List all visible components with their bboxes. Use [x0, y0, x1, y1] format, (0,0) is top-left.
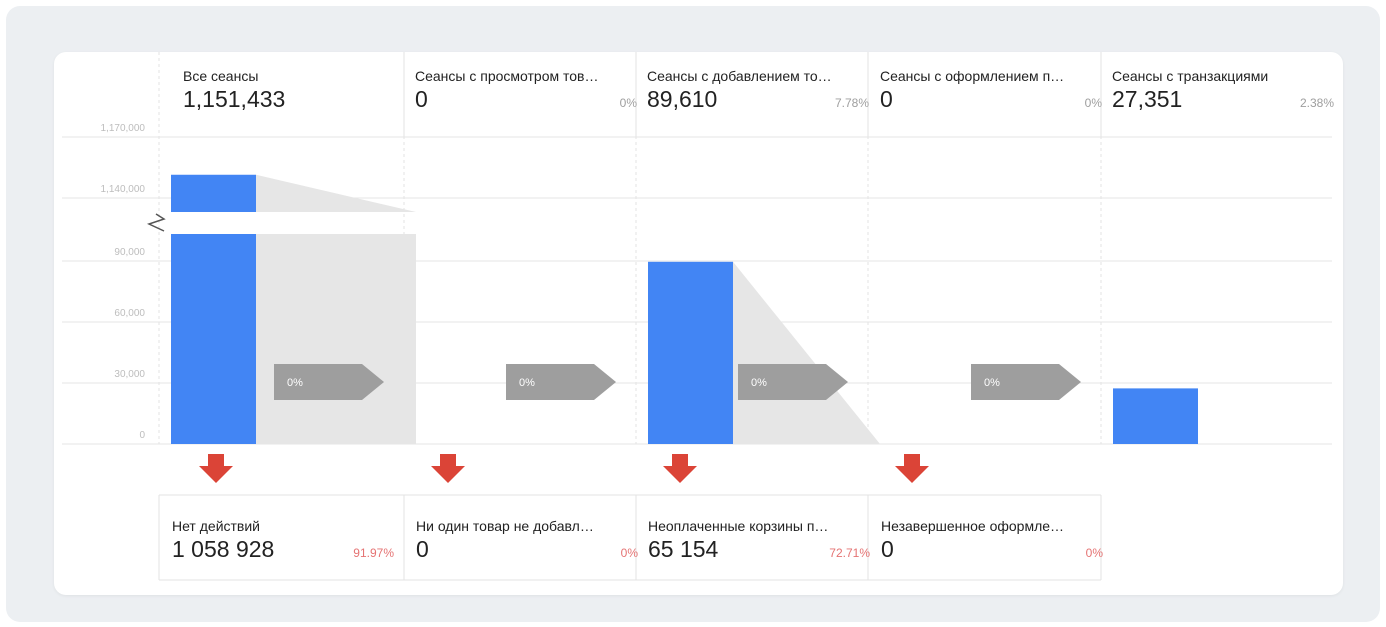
stage-name: Сеансы с просмотром тов…: [415, 68, 599, 84]
stage-name: Все сеансы: [183, 68, 259, 84]
stage-percent: 7.78%: [834, 96, 869, 110]
exit-arrow: [895, 454, 929, 483]
exit-arrow: [199, 454, 233, 483]
stage-header-5[interactable]: Сеансы с транзакциями 27,351 2.38%: [1112, 68, 1334, 113]
stage-value: 0: [880, 86, 893, 112]
y-tick-label: 0: [139, 430, 145, 441]
exit-percent: 0%: [620, 546, 638, 560]
exit-arrow: [663, 454, 697, 483]
stage-name: Сеансы с добавлением то…: [647, 68, 832, 84]
exit-name: Ни один товар не добавл…: [416, 518, 594, 534]
conversion-label: 0%: [287, 377, 303, 389]
y-tick-label: 1,140,000: [101, 184, 146, 195]
stage-value: 89,610: [647, 86, 718, 112]
stage-header-2[interactable]: Сеансы с просмотром тов… 0 0%: [415, 68, 637, 113]
exit-percent: 72.71%: [829, 546, 870, 560]
bar: [171, 174, 256, 212]
conversion-label: 0%: [519, 377, 535, 389]
bar: [171, 234, 256, 444]
page-background: 0 30,000 60,000 90,000 1,140,000 1,170,000 0% 0…: [6, 6, 1380, 622]
bar: [648, 261, 733, 444]
flow-shape: [256, 234, 416, 444]
exit-box-4[interactable]: Незавершенное оформле… 0 0%: [881, 518, 1103, 563]
exit-box-2[interactable]: Ни один товар не добавл… 0 0%: [416, 518, 638, 563]
stage-header-3[interactable]: Сеансы с добавлением то… 89,610 7.78%: [647, 68, 869, 113]
stage-percent: 0%: [619, 96, 637, 110]
stage-header-4[interactable]: Сеансы с оформлением п… 0 0%: [880, 68, 1102, 113]
conversion-label: 0%: [984, 377, 1000, 389]
exit-name: Неоплаченные корзины п…: [648, 518, 829, 534]
bar: [1113, 388, 1198, 444]
stage-percent: 2.38%: [1299, 96, 1334, 110]
stage-name: Сеансы с оформлением п…: [880, 68, 1065, 84]
axis-break-icon: [146, 213, 166, 232]
exit-value: 0: [881, 536, 894, 562]
y-tick-label: 30,000: [114, 369, 145, 380]
y-tick-label: 60,000: [114, 308, 145, 319]
stage-value: 1,151,433: [183, 86, 286, 112]
exit-arrow: [431, 454, 465, 483]
exit-box-3[interactable]: Неоплаченные корзины п… 65 154 72.71%: [648, 518, 870, 563]
stage-name: Сеансы с транзакциями: [1112, 68, 1269, 84]
flow-shape: [256, 174, 416, 212]
stage-header-1[interactable]: Все сеансы 1,151,433: [183, 68, 405, 113]
stage-percent: 0%: [1084, 96, 1102, 110]
flow-shape: [733, 261, 880, 444]
exit-name: Нет действий: [172, 518, 260, 534]
exit-value: 1 058 928: [172, 536, 275, 562]
stage-value: 27,351: [1112, 86, 1183, 112]
exit-percent: 0%: [1085, 546, 1103, 560]
exit-name: Незавершенное оформле…: [881, 518, 1065, 534]
y-tick-label: 1,170,000: [101, 123, 146, 134]
conversion-label: 0%: [751, 377, 767, 389]
stage-value: 0: [415, 86, 428, 112]
exit-percent: 91.97%: [353, 546, 394, 560]
y-tick-label: 90,000: [114, 247, 145, 258]
funnel-chart: 0 30,000 60,000 90,000 1,140,000 1,170,000 0% 0…: [62, 52, 1332, 581]
exit-value: 0: [416, 536, 429, 562]
exit-box-1[interactable]: Нет действий 1 058 928 91.97%: [172, 518, 394, 563]
exit-value: 65 154: [648, 536, 719, 562]
funnel-card: 0 30,000 60,000 90,000 1,140,000 1,170,000 0% 0…: [54, 52, 1343, 595]
